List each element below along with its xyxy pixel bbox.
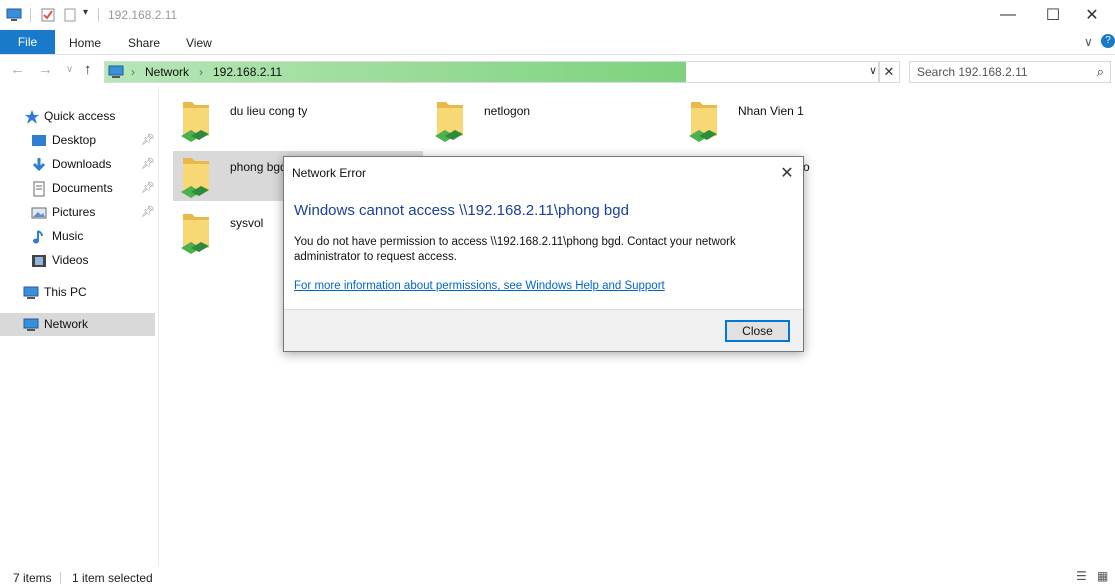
- address-row: ← → ∨ ↑ › Network › 192.168.2.11 ∨ ✕ Sea…: [0, 55, 1115, 87]
- pin-icon[interactable]: 📌︎: [141, 205, 155, 218]
- folder-name: phong bgd: [230, 160, 287, 174]
- navigation-pane: Quick access Desktop 📌︎ Downloads 📌︎ Doc…: [0, 87, 159, 567]
- network-folder-icon: [689, 102, 717, 142]
- address-load-progress: [105, 62, 686, 82]
- tab-file[interactable]: File: [0, 30, 55, 54]
- properties-icon[interactable]: [40, 7, 56, 23]
- expand-ribbon-icon[interactable]: ∨: [1084, 35, 1093, 49]
- folder-name: netlogon: [484, 104, 531, 118]
- tab-view[interactable]: View: [186, 36, 212, 50]
- dialog-footer: Close: [284, 309, 803, 351]
- documents-icon: [33, 181, 45, 197]
- dialog-message: You do not have permission to access \\1…: [294, 236, 736, 263]
- videos-icon: [32, 255, 46, 267]
- download-icon: [32, 158, 46, 172]
- customize-toolbar-icon[interactable]: ▾: [83, 7, 88, 18]
- nav-item-music[interactable]: Music: [0, 225, 155, 248]
- large-icons-view-icon[interactable]: ▦: [1097, 569, 1108, 583]
- pictures-icon: [31, 207, 47, 219]
- folder-item[interactable]: Nhan Vien 1: [681, 95, 931, 145]
- pin-icon[interactable]: 📌︎: [141, 133, 155, 146]
- folder-item[interactable]: netlogon: [427, 95, 677, 145]
- search-placeholder: Search 192.168.2.11: [917, 65, 1028, 79]
- minimize-button[interactable]: —: [985, 0, 1031, 30]
- breadcrumb-network[interactable]: Network: [145, 65, 189, 79]
- nav-label: Videos: [52, 253, 89, 267]
- folder-item[interactable]: du lieu cong ty: [173, 95, 423, 145]
- network-folder-icon: [435, 102, 463, 142]
- ribbon: File Home Share View ∨ ?: [0, 30, 1115, 55]
- dialog-close-icon[interactable]: ✕: [777, 163, 797, 183]
- folder-name: du lieu cong ty: [230, 104, 308, 118]
- nav-label: Pictures: [52, 205, 96, 219]
- nav-label: Desktop: [52, 133, 97, 147]
- divider: [60, 572, 61, 584]
- close-window-button[interactable]: ✕: [1069, 0, 1115, 30]
- network-error-dialog: Network Error ✕ Windows cannot access \\…: [283, 156, 804, 352]
- dialog-heading: Windows cannot access \\192.168.2.11\pho…: [294, 202, 629, 219]
- address-dropdown-icon[interactable]: ∨: [869, 64, 877, 77]
- star-icon: [25, 110, 39, 124]
- search-icon[interactable]: ⌕: [1097, 64, 1104, 80]
- recent-locations-icon[interactable]: ∨: [66, 64, 73, 75]
- new-folder-icon[interactable]: [62, 7, 78, 23]
- nav-item-quick-access[interactable]: Quick access: [0, 105, 155, 128]
- nav-label: Documents: [52, 181, 113, 195]
- status-bar: 7 items 1 item selected ☰ ▦: [0, 567, 1115, 585]
- pc-icon: [23, 286, 39, 299]
- help-link[interactable]: For more information about permissions, …: [294, 280, 665, 292]
- stop-loading-button[interactable]: ✕: [878, 61, 900, 83]
- back-arrow-icon[interactable]: ←: [10, 61, 25, 78]
- network-location-icon: [108, 65, 124, 78]
- nav-label: Music: [52, 229, 84, 243]
- nav-label: Downloads: [52, 157, 112, 171]
- pin-icon[interactable]: 📌︎: [141, 157, 155, 170]
- help-icon[interactable]: ?: [1101, 34, 1115, 48]
- breadcrumb-separator-icon[interactable]: ›: [199, 65, 203, 79]
- nav-item-downloads[interactable]: Downloads 📌︎: [0, 153, 155, 176]
- folder-name-partial: o: [803, 160, 810, 174]
- selection-count: 1 item selected: [72, 571, 153, 585]
- divider: [30, 8, 31, 22]
- tab-share[interactable]: Share: [128, 36, 160, 50]
- up-arrow-icon[interactable]: ↑: [84, 61, 92, 78]
- nav-item-desktop[interactable]: Desktop 📌︎: [0, 129, 155, 152]
- computer-icon[interactable]: [6, 7, 22, 23]
- nav-item-this-pc[interactable]: This PC: [0, 281, 155, 304]
- breadcrumb-host[interactable]: 192.168.2.11: [213, 65, 282, 79]
- network-folder-icon: [181, 102, 209, 142]
- dialog-title: Network Error: [292, 166, 367, 180]
- close-button[interactable]: Close: [725, 320, 790, 342]
- tab-home[interactable]: Home: [69, 36, 101, 50]
- nav-item-videos[interactable]: Videos: [0, 249, 155, 272]
- network-folder-icon: [181, 214, 209, 254]
- nav-label: Network: [44, 317, 89, 331]
- title-bar: ▾ 192.168.2.11 — ☐ ✕: [0, 0, 1115, 30]
- network-folder-icon: [181, 158, 209, 198]
- folder-name: sysvol: [230, 216, 264, 230]
- nav-item-pictures[interactable]: Pictures 📌︎: [0, 201, 155, 224]
- network-icon: [23, 318, 39, 331]
- forward-arrow-icon[interactable]: →: [38, 61, 53, 78]
- search-input[interactable]: Search 192.168.2.11 ⌕: [909, 61, 1111, 83]
- divider: [98, 8, 99, 22]
- items-count: 7 items: [13, 571, 52, 585]
- nav-label: This PC: [44, 285, 87, 299]
- breadcrumb-separator-icon[interactable]: ›: [131, 65, 135, 79]
- window-title: 192.168.2.11: [108, 8, 178, 22]
- nav-label: Quick access: [44, 109, 116, 123]
- nav-item-network[interactable]: Network: [0, 313, 155, 336]
- desktop-icon: [32, 135, 46, 146]
- address-bar[interactable]: › Network › 192.168.2.11 ∨: [104, 61, 880, 83]
- music-icon: [33, 230, 43, 244]
- pin-icon[interactable]: 📌︎: [141, 181, 155, 194]
- nav-item-documents[interactable]: Documents 📌︎: [0, 177, 155, 200]
- details-view-icon[interactable]: ☰: [1076, 569, 1087, 583]
- folder-name: Nhan Vien 1: [738, 104, 804, 118]
